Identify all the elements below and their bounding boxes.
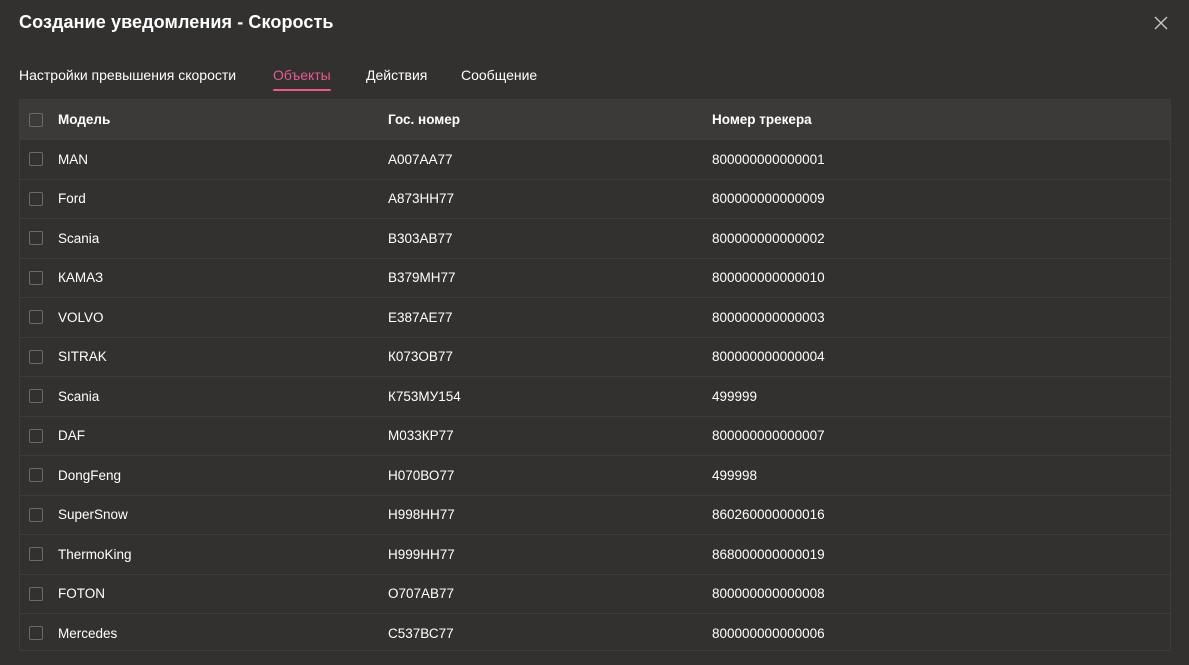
plate-cell: Н070ВО77 <box>388 467 455 483</box>
row-checkbox[interactable] <box>29 468 43 483</box>
model-cell: Scania <box>58 388 100 404</box>
table-row[interactable]: DongFeng Н070ВО77 499998 <box>20 455 1170 495</box>
table-row[interactable]: Scania К753МУ154 499999 <box>20 376 1170 416</box>
tracker-cell: 800000000000006 <box>712 625 825 641</box>
tracker-cell: 800000000000009 <box>712 191 825 207</box>
row-checkbox[interactable] <box>29 231 43 246</box>
row-checkbox[interactable] <box>29 152 43 167</box>
model-cell: Scania <box>58 230 100 246</box>
plate-cell: М033КР77 <box>388 428 454 444</box>
table-row[interactable]: MAN А007АА77 800000000000001 <box>20 139 1170 179</box>
column-header-tracker[interactable]: Номер трекера <box>712 100 812 139</box>
table-row[interactable]: DAF М033КР77 800000000000007 <box>20 415 1170 456</box>
row-checkbox[interactable] <box>29 547 43 562</box>
plate-cell: А007АА77 <box>388 151 453 167</box>
tracker-cell: 800000000000007 <box>712 428 825 444</box>
model-cell: VOLVO <box>58 309 104 325</box>
plate-cell: Н998НН77 <box>388 507 455 523</box>
plate-cell: Е387АЕ77 <box>388 309 453 325</box>
tab-objects[interactable]: Объекты <box>273 60 331 92</box>
table-row[interactable]: Scania В303АВ77 800000000000002 <box>20 218 1170 258</box>
tracker-cell: 868000000000019 <box>712 546 825 562</box>
model-cell: SuperSnow <box>58 507 128 523</box>
plate-cell: Н999НН77 <box>388 546 455 562</box>
tracker-cell: 800000000000003 <box>712 309 825 325</box>
table-row[interactable]: Ford А873НН77 800000000000009 <box>20 178 1170 219</box>
model-cell: Mercedes <box>58 625 118 641</box>
tracker-cell: 860260000000016 <box>712 507 825 523</box>
tracker-cell: 800000000000004 <box>712 349 825 365</box>
tracker-cell: 499998 <box>712 467 758 483</box>
plate-cell: В379МН77 <box>388 270 456 286</box>
table-row[interactable]: SITRAK К073ОВ77 800000000000004 <box>20 336 1170 377</box>
model-cell: Ford <box>58 191 86 207</box>
row-checkbox[interactable] <box>29 428 43 443</box>
notification-dialog: Создание уведомления - Скорость Настройк… <box>0 0 1189 665</box>
table-row[interactable]: SuperSnow Н998НН77 860260000000016 <box>20 494 1170 535</box>
close-button[interactable] <box>1151 13 1171 33</box>
tracker-cell: 800000000000001 <box>712 151 825 167</box>
column-header-model[interactable]: Модель <box>58 100 110 139</box>
row-checkbox[interactable] <box>29 270 43 285</box>
close-icon <box>1154 16 1168 30</box>
plate-cell: К753МУ154 <box>388 388 461 404</box>
objects-table: Модель Гос. номер Номер трекера MAN А007А… <box>19 99 1171 651</box>
column-header-plate[interactable]: Гос. номер <box>388 100 460 139</box>
tracker-cell: 800000000000002 <box>712 230 825 246</box>
tracker-cell: 800000000000010 <box>712 270 825 286</box>
tracker-cell: 800000000000008 <box>712 586 825 602</box>
dialog-title: Создание уведомления - Скорость <box>19 12 334 32</box>
plate-cell: С537ВС77 <box>388 625 454 641</box>
select-all-checkbox[interactable] <box>29 112 43 127</box>
row-checkbox[interactable] <box>29 310 43 325</box>
plate-cell: А873НН77 <box>388 191 455 207</box>
row-checkbox[interactable] <box>29 191 43 206</box>
table-row[interactable]: Mercedes С537ВС77 800000000000006 <box>20 613 1170 650</box>
plate-cell: В303АВ77 <box>388 230 453 246</box>
table-header: Модель Гос. номер Номер трекера <box>20 100 1170 139</box>
model-cell: MAN <box>58 151 88 167</box>
model-cell: ThermoKing <box>58 546 132 562</box>
plate-cell: К073ОВ77 <box>388 349 453 365</box>
row-checkbox[interactable] <box>29 349 43 364</box>
row-checkbox[interactable] <box>29 389 43 404</box>
model-cell: КАМАЗ <box>58 270 104 286</box>
table-row[interactable]: FOTON О707АВ77 800000000000008 <box>20 573 1170 614</box>
row-checkbox[interactable] <box>29 626 43 641</box>
model-cell: FOTON <box>58 586 105 602</box>
table-row[interactable]: ThermoKing Н999НН77 868000000000019 <box>20 534 1170 574</box>
model-cell: SITRAK <box>58 349 107 365</box>
row-checkbox[interactable] <box>29 586 43 601</box>
plate-cell: О707АВ77 <box>388 586 455 602</box>
tab-message[interactable]: Сообщение <box>461 60 537 92</box>
table-row[interactable]: VOLVO Е387АЕ77 800000000000003 <box>20 297 1170 337</box>
tab-speed-settings[interactable]: Настройки превышения скорости <box>19 60 236 92</box>
row-checkbox[interactable] <box>29 507 43 522</box>
table-row[interactable]: КАМАЗ В379МН77 800000000000010 <box>20 257 1170 298</box>
model-cell: DongFeng <box>58 467 122 483</box>
tracker-cell: 499999 <box>712 388 758 404</box>
model-cell: DAF <box>58 428 85 444</box>
tab-actions[interactable]: Действия <box>366 60 427 92</box>
